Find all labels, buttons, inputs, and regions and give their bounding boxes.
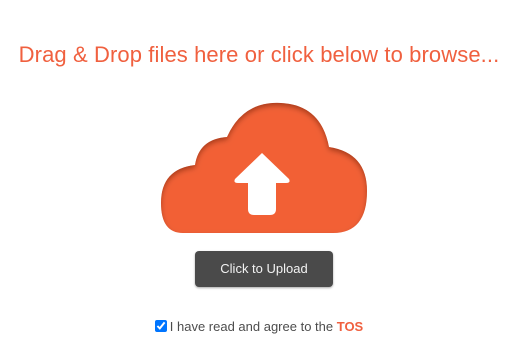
cloud-upload-icon[interactable] [155,95,375,243]
dropzone-headline: Drag & Drop files here or click below to… [18,42,500,67]
tos-checkbox[interactable] [154,320,167,332]
tos-link[interactable]: TOS [337,319,364,334]
tos-label: I have read and agree to the [169,319,337,334]
tos-agreement: I have read and agree to the TOS [0,319,518,334]
click-to-upload-button[interactable]: Click to Upload [195,251,333,287]
